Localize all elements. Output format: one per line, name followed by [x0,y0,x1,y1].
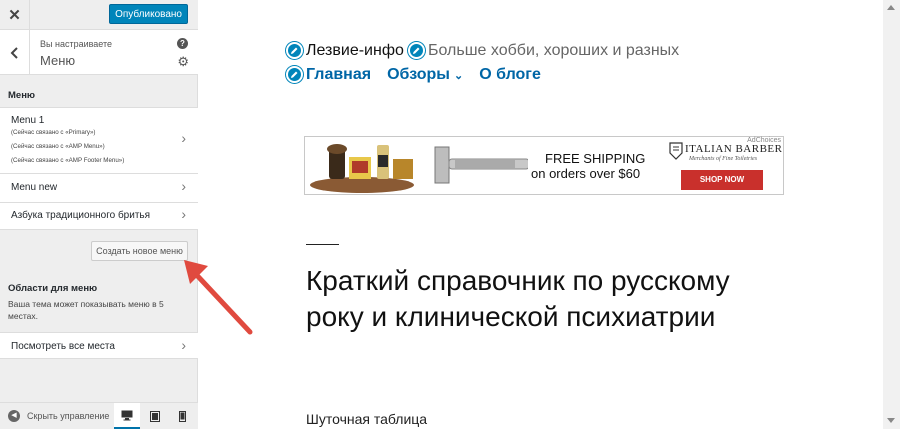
menu-item-label: Азбука традиционного бритья [11,210,151,221]
post-subheading: Шуточная таблица [306,411,428,427]
edit-pencil-icon[interactable] [286,42,303,60]
nav-link-about[interactable]: О блоге [479,66,541,83]
menus-section-label: Меню [8,90,36,101]
collapse-controls-button[interactable]: Скрыть управление [27,411,109,421]
breadcrumb-subtitle: Вы настраиваете [40,39,113,49]
preview-tablet-button[interactable] [142,403,168,429]
mobile-icon [178,411,186,422]
nav-link-reviews[interactable]: Обзоры [387,66,450,83]
view-all-locations-label: Посмотреть все места [11,341,115,352]
publish-button[interactable]: Опубликовано [109,4,188,24]
ad-brand-tagline: Merchants of Fine Toiletries [689,156,758,162]
nav-link-home[interactable]: Главная [306,66,371,83]
customizer-footer: ◀ Скрыть управление [0,402,198,429]
site-preview [199,0,900,429]
title-divider [306,244,339,245]
preview-mobile-button[interactable] [169,403,195,429]
annotation-arrow [184,260,253,335]
brand-crest-icon [669,142,683,160]
collapse-icon[interactable]: ◀ [8,410,20,422]
preview-scrollbar[interactable] [883,0,900,429]
menu-locations-description: Ваша тема может показывать меню в 5 мест… [8,299,164,321]
ad-banner[interactable]: FREE SHIPPING on orders over $60 ITALIAN… [304,136,784,195]
close-customizer-button[interactable]: ✕ [0,0,30,30]
site-title-text: Лезвие-инфо [306,42,404,59]
site-tagline[interactable]: Больше хобби, хороших и разных [408,42,679,60]
edit-pencil-icon[interactable] [286,66,303,84]
chevron-right-icon: › [181,206,186,222]
chevron-right-icon: › [181,130,186,146]
view-all-locations-item[interactable]: Посмотреть все места › [0,332,198,359]
section-header: Вы настраиваете Меню ? ⚙ [0,30,198,75]
scroll-up-arrow-icon[interactable] [887,5,895,10]
shop-now-button[interactable]: SHOP NOW [681,170,763,190]
site-tagline-text: Больше хобби, хороших и разных [428,42,680,59]
menu-item-menu-new[interactable]: Menu new › [0,174,198,203]
post-title: Краткий справочник по русскому року и кл… [306,265,730,332]
customizer-header: ✕ Опубликовано [0,0,198,30]
site-title[interactable]: Лезвие-инфо [286,42,404,60]
scroll-down-arrow-icon[interactable] [887,418,895,423]
primary-navigation: Главная Обзоры ⌄ О блоге [286,66,557,84]
chevron-left-icon [10,46,18,59]
menu-item-menu-1[interactable]: Menu 1 (Сейчас связано с «Primary») (Сей… [0,107,198,174]
menu-location-note: (Сейчас связано с «Primary») [11,129,96,136]
close-icon: ✕ [8,7,21,24]
back-button[interactable] [0,30,30,75]
chevron-right-icon: › [181,178,186,194]
menu-item-label: Menu new [11,182,58,193]
breadcrumb-title: Меню [40,53,76,68]
create-new-menu-button[interactable]: Создать новое меню [91,241,188,261]
desktop-icon [121,410,133,420]
chevron-down-icon[interactable]: ⌄ [454,70,463,82]
ad-headline: FREE SHIPPING [545,151,646,166]
menu-location-note: (Сейчас связано с «AMP Footer Menu») [11,157,125,164]
menu-item-azbuka[interactable]: Азбука традиционного бритья › [0,203,198,230]
customizer-sidebar: ✕ Опубликовано Вы настраиваете Меню ? ⚙ … [0,0,198,429]
gear-icon[interactable]: ⚙ [177,54,189,70]
ad-brand-name: ITALIAN BARBER [685,143,783,155]
shaving-products-image [310,144,414,193]
ad-subline: on orders over $60 [531,166,641,181]
menu-item-label: Menu 1 [11,115,45,126]
help-icon[interactable]: ? [177,38,188,49]
adchoices-label[interactable]: AdChoices [747,137,781,144]
tablet-icon [150,411,160,422]
menu-location-note: (Сейчас связано с «AMP Menu») [11,143,105,150]
safety-razor-image [434,146,528,184]
menu-locations-title: Области для меню [8,283,98,294]
preview-desktop-button[interactable] [114,403,140,429]
edit-pencil-icon[interactable] [408,42,425,60]
